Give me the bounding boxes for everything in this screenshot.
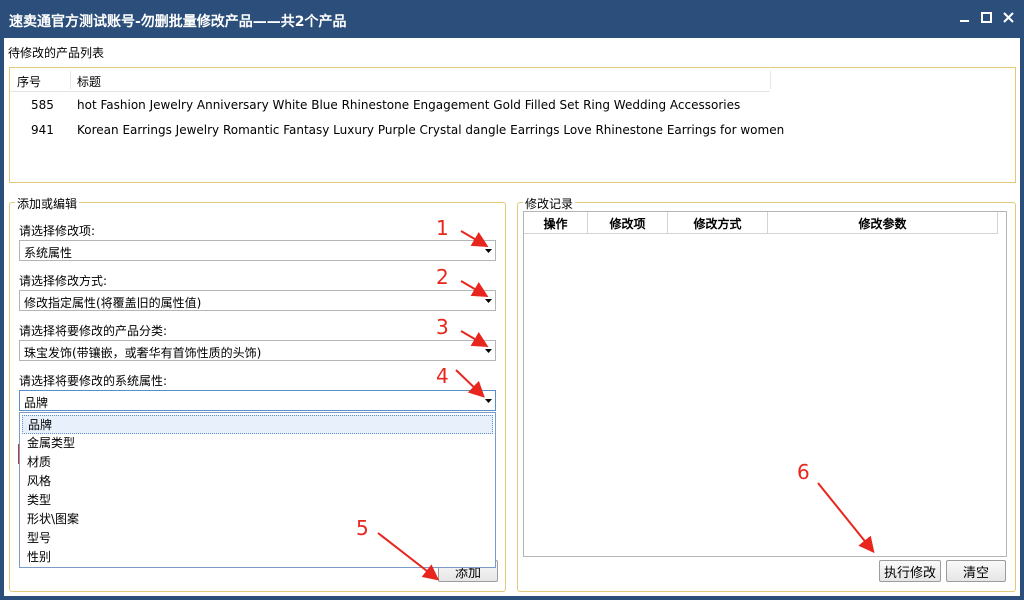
dropdown-option[interactable]: 品牌 — [22, 415, 493, 434]
annotation-number: 1 — [436, 216, 449, 240]
window-title: 速卖通官方测试账号-勿删批量修改产品——共2个产品 — [9, 14, 347, 30]
dropdown-option[interactable]: 型号 — [22, 529, 493, 548]
system-attribute-dropdown[interactable]: 品牌 金属类型 材质 风格 类型 形状\图案 型号 性别 — [19, 412, 496, 568]
minimize-icon[interactable] — [956, 8, 972, 26]
execute-button[interactable]: 执行修改 — [879, 560, 941, 582]
log-grid-header: 操作 修改项 修改方式 修改参数 — [524, 212, 998, 234]
system-attribute-value: 品牌 — [24, 396, 49, 410]
annotation-number: 3 — [436, 315, 449, 339]
maximize-icon[interactable] — [978, 8, 994, 26]
product-list-header: 序号 标题 — [10, 68, 771, 92]
annotation-number: 4 — [436, 364, 449, 388]
list-item[interactable]: 941 Korean Earrings Jewelry Romantic Fan… — [10, 119, 810, 143]
log-group-legend: 修改记录 — [523, 195, 576, 212]
window-controls — [956, 8, 1016, 26]
column-header-params[interactable]: 修改参数 — [768, 212, 998, 234]
dropdown-option[interactable]: 材质 — [22, 453, 493, 472]
edit-group-legend: 添加或编辑 — [15, 195, 80, 212]
chevron-down-icon[interactable] — [481, 391, 495, 410]
row-index: 941 — [31, 123, 54, 137]
column-header-method[interactable]: 修改方式 — [668, 212, 768, 234]
title-bar[interactable]: 速卖通官方测试账号-勿删批量修改产品——共2个产品 — [0, 0, 1024, 38]
column-header-title[interactable]: 标题 — [77, 73, 101, 90]
product-list-label: 待修改的产品列表 — [8, 44, 105, 61]
column-header-item[interactable]: 修改项 — [588, 212, 668, 234]
field3-label: 请选择将要修改的产品分类: — [19, 324, 168, 338]
annotation-number: 6 — [797, 460, 810, 484]
system-attribute-select[interactable]: 品牌 — [19, 390, 496, 411]
dropdown-option[interactable]: 性别 — [22, 548, 493, 567]
column-separator — [70, 71, 71, 89]
chevron-down-icon[interactable] — [481, 291, 495, 310]
modify-method-value: 修改指定属性(将覆盖旧的属性值) — [24, 296, 202, 310]
window-client-area: 待修改的产品列表 序号 标题 585 hot Fashion Jewelry A… — [4, 38, 1020, 596]
dropdown-option[interactable]: 风格 — [22, 472, 493, 491]
modification-log-grid[interactable]: 操作 修改项 修改方式 修改参数 — [523, 211, 1007, 557]
product-list[interactable]: 序号 标题 585 hot Fashion Jewelry Anniversar… — [9, 67, 1016, 183]
annotation-number: 2 — [436, 265, 449, 289]
field1-label: 请选择修改项: — [19, 224, 96, 238]
column-header-operation[interactable]: 操作 — [524, 212, 588, 234]
list-item[interactable]: 585 hot Fashion Jewelry Anniversary Whit… — [10, 94, 810, 118]
modify-item-select[interactable]: 系统属性 — [19, 240, 496, 261]
product-category-value: 珠宝发饰(带镶嵌，或奢华有首饰性质的头饰) — [24, 346, 262, 360]
field4-label: 请选择将要修改的系统属性: — [19, 374, 168, 388]
close-icon[interactable] — [1000, 8, 1016, 26]
field2-label: 请选择修改方式: — [19, 274, 108, 288]
column-separator — [770, 71, 771, 89]
dropdown-option[interactable]: 类型 — [22, 491, 493, 510]
modify-method-select[interactable]: 修改指定属性(将覆盖旧的属性值) — [19, 290, 496, 311]
row-title: Korean Earrings Jewelry Romantic Fantasy… — [77, 123, 785, 137]
modify-item-value: 系统属性 — [24, 246, 73, 260]
chevron-down-icon[interactable] — [481, 241, 495, 260]
column-header-index[interactable]: 序号 — [17, 73, 41, 90]
product-category-select[interactable]: 珠宝发饰(带镶嵌，或奢华有首饰性质的头饰) — [19, 340, 496, 361]
dropdown-option[interactable]: 金属类型 — [22, 434, 493, 453]
clear-button[interactable]: 清空 — [946, 560, 1006, 582]
chevron-down-icon[interactable] — [481, 341, 495, 360]
annotation-number: 5 — [356, 516, 369, 540]
batch-edit-window: 速卖通官方测试账号-勿删批量修改产品——共2个产品 待修改的产品列表 序号 标题 — [0, 0, 1024, 600]
row-index: 585 — [31, 98, 54, 112]
dropdown-option[interactable]: 形状\图案 — [22, 510, 493, 529]
row-title: hot Fashion Jewelry Anniversary White Bl… — [77, 98, 741, 112]
